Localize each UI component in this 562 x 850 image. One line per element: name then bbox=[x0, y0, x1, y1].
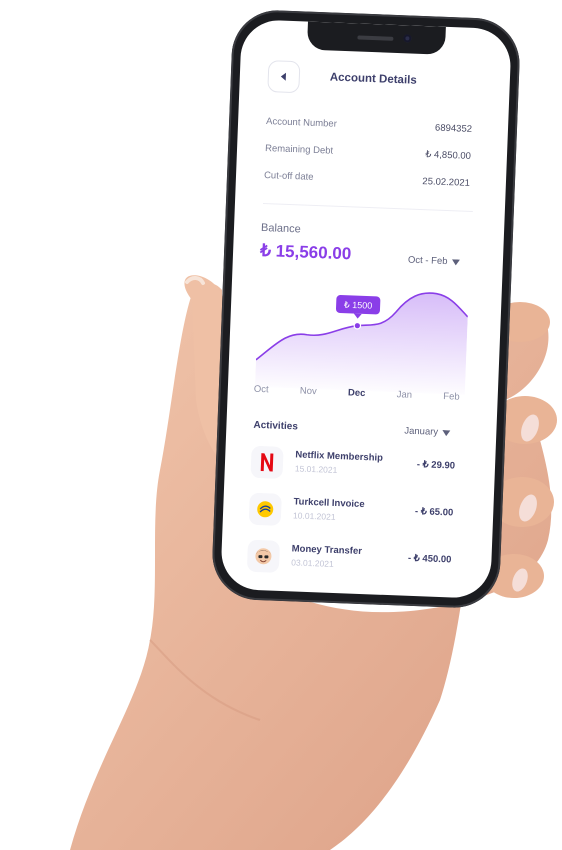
month-tick[interactable]: Oct bbox=[254, 384, 269, 396]
phone-notch bbox=[306, 21, 446, 55]
activity-item-money-transfer[interactable]: Money Transfer 03.01.2021 - ₺ 450.00 bbox=[246, 538, 452, 593]
chevron-down-icon bbox=[442, 429, 451, 436]
phone-screen: Account Details Account Number 6894352 R… bbox=[220, 19, 512, 599]
activities-list: Netflix Membership 15.01.2021 - ₺ 29.90 … bbox=[246, 444, 455, 593]
activity-name: Turkcell Invoice bbox=[293, 496, 365, 511]
activity-date: 03.01.2021 bbox=[291, 557, 334, 569]
page-title: Account Details bbox=[329, 71, 417, 87]
avatar-icon bbox=[246, 539, 281, 573]
camera-icon bbox=[403, 34, 412, 43]
month-tick[interactable]: Feb bbox=[443, 391, 460, 403]
activity-amount: - ₺ 450.00 bbox=[407, 552, 452, 566]
balance-chart: ₺ 1500 bbox=[254, 292, 469, 395]
chart-point-dec[interactable] bbox=[353, 321, 362, 330]
info-value: 25.02.2021 bbox=[422, 176, 471, 189]
activity-amount: - ₺ 29.90 bbox=[416, 459, 456, 472]
info-label: Remaining Debt bbox=[264, 143, 334, 157]
account-info: Account Number 6894352 Remaining Debt ₺ … bbox=[263, 116, 472, 205]
balance-label: Balance bbox=[260, 221, 302, 236]
range-dropdown[interactable]: Oct - Feb bbox=[408, 255, 460, 268]
activity-name: Money Transfer bbox=[291, 543, 363, 558]
balance-value: ₺ 15,560.00 bbox=[259, 240, 352, 264]
turkcell-logo-icon bbox=[248, 492, 282, 526]
divider bbox=[262, 202, 473, 213]
netflix-logo-icon bbox=[250, 445, 284, 479]
phone-frame: Account Details Account Number 6894352 R… bbox=[210, 8, 522, 610]
back-button[interactable] bbox=[267, 60, 301, 94]
activity-amount: - ₺ 65.00 bbox=[414, 506, 454, 519]
top-bar: Account Details bbox=[267, 60, 488, 102]
activities-filter-dropdown[interactable]: January bbox=[404, 425, 451, 439]
activity-item-turkcell[interactable]: Turkcell Invoice 10.01.2021 - ₺ 65.00 bbox=[248, 491, 454, 546]
activities-filter-label: January bbox=[404, 425, 439, 438]
activity-item-netflix[interactable]: Netflix Membership 15.01.2021 - ₺ 29.90 bbox=[250, 444, 456, 499]
chevron-down-icon bbox=[451, 258, 460, 265]
activity-date: 10.01.2021 bbox=[292, 510, 336, 522]
month-tick[interactable]: Jan bbox=[396, 389, 412, 401]
info-value: 6894352 bbox=[434, 122, 473, 135]
back-arrow-icon bbox=[280, 72, 287, 81]
activity-name: Netflix Membership bbox=[295, 449, 384, 464]
chart-tooltip: ₺ 1500 bbox=[335, 295, 381, 319]
range-label: Oct - Feb bbox=[407, 254, 448, 268]
tooltip-text: ₺ 1500 bbox=[344, 300, 373, 311]
speaker-grille bbox=[357, 35, 394, 41]
month-tick-active[interactable]: Dec bbox=[348, 387, 366, 399]
activity-date: 15.01.2021 bbox=[294, 463, 338, 476]
info-label: Cut-off date bbox=[263, 169, 314, 183]
info-label: Account Number bbox=[265, 116, 338, 130]
info-value: ₺ 4,850.00 bbox=[425, 149, 472, 162]
activities-label: Activities bbox=[253, 419, 299, 433]
month-tick[interactable]: Nov bbox=[300, 386, 317, 398]
